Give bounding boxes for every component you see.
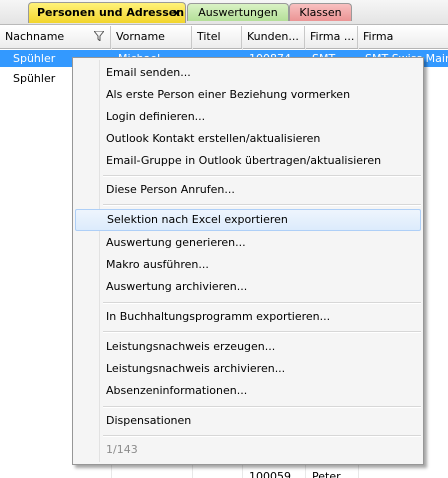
menu-item-person-anrufen[interactable]: Diese Person Anrufen...	[75, 179, 421, 201]
menu-item-makro-ausfuehren[interactable]: Makro ausführen...	[75, 254, 421, 276]
tab-auswertungen-label: Auswertungen	[198, 6, 278, 19]
menu-separator	[103, 204, 421, 206]
tab-auswertungen[interactable]: Auswertungen	[187, 3, 289, 21]
menu-item-email-gruppe-outlook[interactable]: Email-Gruppe in Outlook übertragen/aktua…	[75, 150, 421, 172]
menu-item-leistungsnachweis-erzeugen[interactable]: Leistungsnachweis erzeugen...	[75, 336, 421, 358]
menu-item-erste-person-vormerken[interactable]: Als erste Person einer Beziehung vormerk…	[75, 84, 421, 106]
menu-item-login-definieren[interactable]: Login definieren...	[75, 106, 421, 128]
menu-separator	[103, 435, 421, 437]
column-header-kunden[interactable]: Kunden...	[242, 26, 305, 48]
menu-separator	[103, 331, 421, 333]
menu-item-auswertung-archivieren[interactable]: Auswertung archivieren...	[75, 276, 421, 298]
close-icon[interactable]: x	[173, 3, 180, 23]
grid-header: Nachname Vorname Titel Kunden... Firma .…	[0, 26, 448, 49]
tab-personen-und-adressen[interactable]: Personen und Adressen x	[28, 2, 186, 23]
column-header-firma-short[interactable]: Firma ...	[305, 26, 358, 48]
column-header-titel[interactable]: Titel	[192, 26, 242, 48]
tab-klassen-label: Klassen	[299, 6, 342, 19]
column-label: Firma	[363, 30, 394, 43]
menu-separator	[103, 175, 421, 177]
cell-kunden: 100059	[249, 470, 291, 478]
column-header-vorname[interactable]: Vorname	[111, 26, 192, 48]
menu-item-excel-export[interactable]: Selektion nach Excel exportieren	[75, 209, 421, 231]
menu-item-auswertung-generieren[interactable]: Auswertung generieren...	[75, 232, 421, 254]
column-label: Titel	[197, 30, 221, 43]
menu-separator	[103, 406, 421, 408]
context-menu: Email senden... Als erste Person einer B…	[72, 57, 424, 465]
column-label: Nachname	[5, 30, 65, 43]
menu-item-buchhaltung-export[interactable]: In Buchhaltungsprogramm exportieren...	[75, 306, 421, 328]
menu-item-email-senden[interactable]: Email senden...	[75, 62, 421, 84]
column-label: Firma ...	[310, 30, 355, 43]
cell-firma-short: Peter	[312, 470, 341, 478]
table-row[interactable]: 100059 Peter	[0, 468, 448, 478]
menu-footer-count: 1/143	[106, 443, 138, 456]
tab-klassen[interactable]: Klassen	[289, 3, 352, 21]
column-label: Vorname	[116, 30, 165, 43]
tab-personen-label: Personen und Adressen	[37, 6, 185, 19]
filter-icon[interactable]	[94, 31, 104, 41]
column-header-firma[interactable]: Firma	[358, 26, 448, 48]
menu-item-leistungsnachweis-archivieren[interactable]: Leistungsnachweis archivieren...	[75, 358, 421, 380]
menu-item-dispensationen[interactable]: Dispensationen	[75, 410, 421, 432]
menu-item-absenzeninformationen[interactable]: Absenzeninformationen...	[75, 380, 421, 402]
menu-separator	[103, 302, 421, 304]
tab-bar: Personen und Adressen x Auswertungen Kla…	[0, 0, 448, 25]
menu-item-outlook-kontakt[interactable]: Outlook Kontakt erstellen/aktualisieren	[75, 128, 421, 150]
column-label: Kunden...	[247, 30, 299, 43]
